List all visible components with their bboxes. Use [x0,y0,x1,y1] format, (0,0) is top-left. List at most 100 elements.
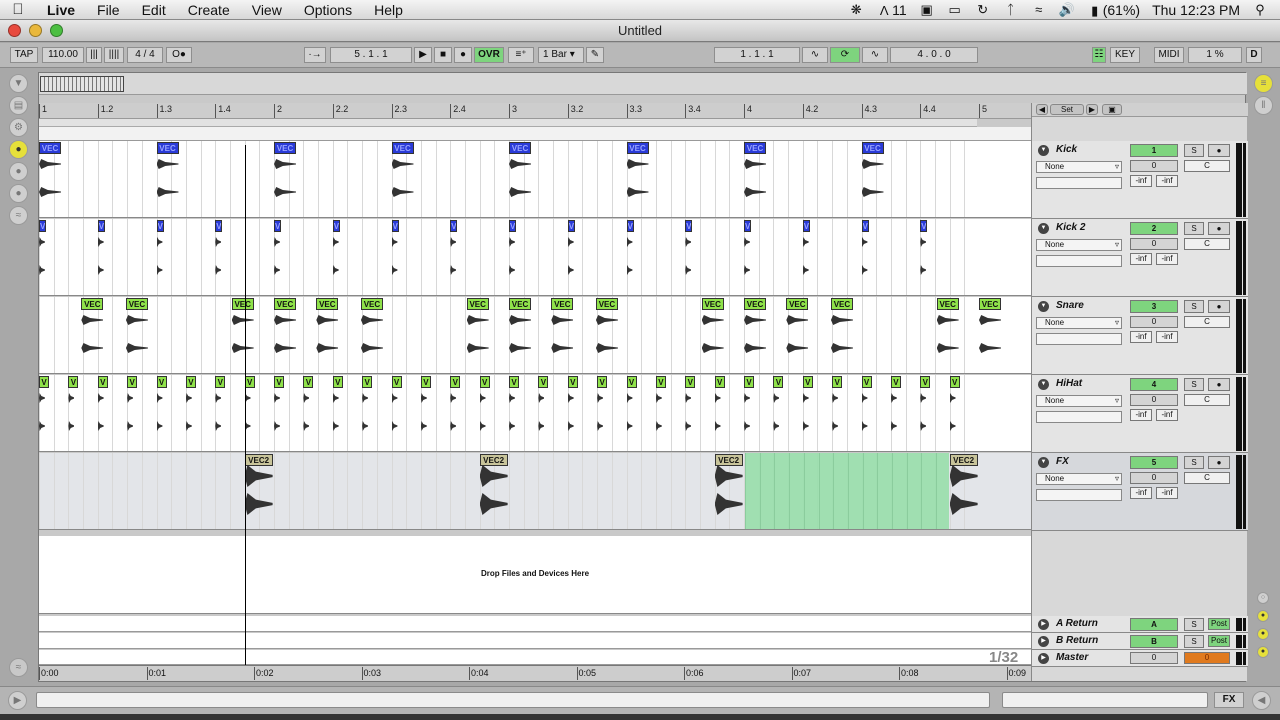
input-select[interactable]: None ▿ [1036,239,1122,251]
input-channel-field[interactable] [1036,177,1122,189]
track-activator[interactable]: 4 [1130,378,1178,391]
chevron-down-icon[interactable]: ▼ [1038,223,1049,234]
draw-mode-button[interactable]: ✎ [586,47,604,63]
track-lane-4[interactable]: VEC2 VEC2 VEC2 VEC2 [39,453,1031,530]
prev-locator-button[interactable]: ◀ [1036,104,1048,115]
track-activator[interactable]: 5 [1130,456,1178,469]
arm-button[interactable]: ● [1208,378,1230,391]
return-track-a[interactable]: ▶ A Return A S Post [1032,616,1248,633]
arrangement-view-icon[interactable]: ‖ [1254,96,1273,115]
folder-browser-icon[interactable]: ● [9,162,28,181]
set-locator-button[interactable]: Set [1050,104,1084,115]
master-lane[interactable] [39,650,1031,665]
quantize-select[interactable]: 1 Bar ▾ [538,47,584,63]
return-track-b[interactable]: ▶ B Return B S Post [1032,633,1248,650]
input-select[interactable]: None ▿ [1036,161,1122,173]
drop-zone[interactable]: Drop Files and Devices Here [39,536,1031,614]
track-lane-1[interactable]: VVVVVVVVVVVVVVVV [39,219,1031,296]
io-toggle-icon[interactable]: ○ [1257,592,1269,604]
quantize-menu-button[interactable]: ≡⁺ [508,47,534,63]
master-pan-field[interactable]: 0 [1184,652,1230,664]
overview-toggle-icon[interactable]: ≈ [9,658,28,677]
loop-brace[interactable] [39,119,977,127]
scrub-area[interactable] [39,127,1031,141]
midi-map-button[interactable]: MIDI [1154,47,1184,63]
arm-button[interactable]: ● [1208,144,1230,157]
overview-zoom-lens[interactable] [40,76,124,92]
pan-field[interactable]: C [1184,160,1230,172]
solo-button[interactable]: S [1184,222,1204,235]
track-lane-2[interactable]: VEC VEC VEC VEC VEC VEC VEC VEC VEC VEC VEC VEC VEC V… [39,297,1031,374]
solo-button[interactable]: S [1184,144,1204,157]
track-activator[interactable]: 1 [1130,144,1178,157]
key-map-button[interactable]: KEY [1110,47,1140,63]
punch-in-button[interactable]: ∿ [802,47,828,63]
menu-create[interactable]: Create [177,2,241,18]
loop-switch-button[interactable]: ⟳ [830,47,860,63]
track-header-4[interactable]: ▼ FX None ▿ 5 S ● 0 C -inf -inf [1032,453,1248,531]
chevron-right-icon[interactable]: ▶ [1038,653,1049,664]
menu-options[interactable]: Options [293,2,363,18]
return-lane-b[interactable] [39,633,1031,649]
pan-field[interactable]: C [1184,316,1230,328]
track-header-3[interactable]: ▼ HiHat None ▿ 4 S ● 0 C -inf -inf [1032,375,1248,453]
mixer-toggle-icon[interactable]: ● [1257,628,1269,640]
battery-status[interactable]: ▮ (61%) [1087,2,1140,18]
master-track[interactable]: ▶ Master 0 0 [1032,650,1248,667]
time-machine-icon[interactable]: ↻ [975,3,991,17]
return-b-post-button[interactable]: Post [1208,635,1230,647]
overdub-button[interactable]: OVR [474,47,504,63]
camera-icon[interactable]: ▣ [919,3,935,17]
track-lane-0[interactable]: VEC VEC VEC VEC VEC VEC VEC VEC [39,141,1031,218]
volume-field[interactable]: 0 [1130,472,1178,484]
input-channel-field[interactable] [1036,333,1122,345]
record-button[interactable]: ● [454,47,472,63]
display-icon[interactable]: ▭ [947,3,963,17]
arm-button[interactable]: ● [1208,456,1230,469]
menu-file[interactable]: File [86,2,131,18]
volume-field[interactable]: 0 [1130,394,1178,406]
arm-button[interactable]: ● [1208,222,1230,235]
loop-start-field[interactable]: 1 . 1 . 1 [714,47,800,63]
clock[interactable]: Thu 12:23 PM [1152,2,1240,18]
browser-toggle-icon[interactable]: ▼ [9,74,28,93]
return-lane-a[interactable] [39,616,1031,632]
input-channel-field[interactable] [1036,489,1122,501]
track-header-0[interactable]: ▼ Kick None ▿ 1 S ● 0 C -inf -inf [1032,141,1248,219]
places-browser-icon[interactable]: ● [9,184,28,203]
session-view-icon[interactable]: ≡ [1254,74,1273,93]
stop-button[interactable]: ■ [434,47,452,63]
chevron-right-icon[interactable]: ▶ [1038,636,1049,647]
volume-field[interactable]: 0 [1130,160,1178,172]
track-header-1[interactable]: ▼ Kick 2 None ▿ 2 S ● 0 C -inf -inf [1032,219,1248,297]
menu-live[interactable]: Live [36,2,86,18]
crossfader-toggle-icon[interactable]: ● [1257,646,1269,658]
chevron-right-icon[interactable]: ▶ [1038,619,1049,630]
pan-field[interactable]: C [1184,394,1230,406]
input-select[interactable]: None ▿ [1036,473,1122,485]
device-browser-icon[interactable]: ▤ [9,96,28,115]
wifi-icon[interactable]: ≈ [1031,3,1047,17]
bluetooth-icon[interactable]: ᛏ [1003,3,1019,17]
detail-view-toggle-icon[interactable]: ◀ [1252,691,1271,710]
menu-edit[interactable]: Edit [131,2,177,18]
return-a-activator[interactable]: A [1130,618,1178,631]
next-locator-button[interactable]: ▶ [1086,104,1098,115]
nudge-up-button[interactable]: |||| [104,47,124,63]
plugin-browser-icon[interactable]: ⚙ [9,118,28,137]
input-channel-field[interactable] [1036,411,1122,423]
return-a-solo-button[interactable]: S [1184,618,1204,631]
tempo-field[interactable]: 110.00 [42,47,84,63]
fx-toggle-button[interactable]: FX [1214,692,1244,708]
loop-length-field[interactable]: 4 . 0 . 0 [890,47,978,63]
spotlight-search-icon[interactable]: ⚲ [1252,3,1268,17]
pan-field[interactable]: C [1184,238,1230,250]
input-select[interactable]: None ▿ [1036,317,1122,329]
chevron-down-icon[interactable]: ▼ [1038,301,1049,312]
dropbox-icon[interactable]: ❋ [848,3,864,17]
master-volume-field[interactable]: 0 [1130,652,1178,664]
solo-button[interactable]: S [1184,300,1204,313]
beat-time-ruler[interactable]: 1 1.2 1.3 1.4 2 2.2 2.3 2.4 3 3.2 3.3 3.4 4 4.2 4.3 4.4… [39,103,1031,119]
chevron-down-icon[interactable]: ▼ [1038,145,1049,156]
input-channel-field[interactable] [1036,255,1122,267]
